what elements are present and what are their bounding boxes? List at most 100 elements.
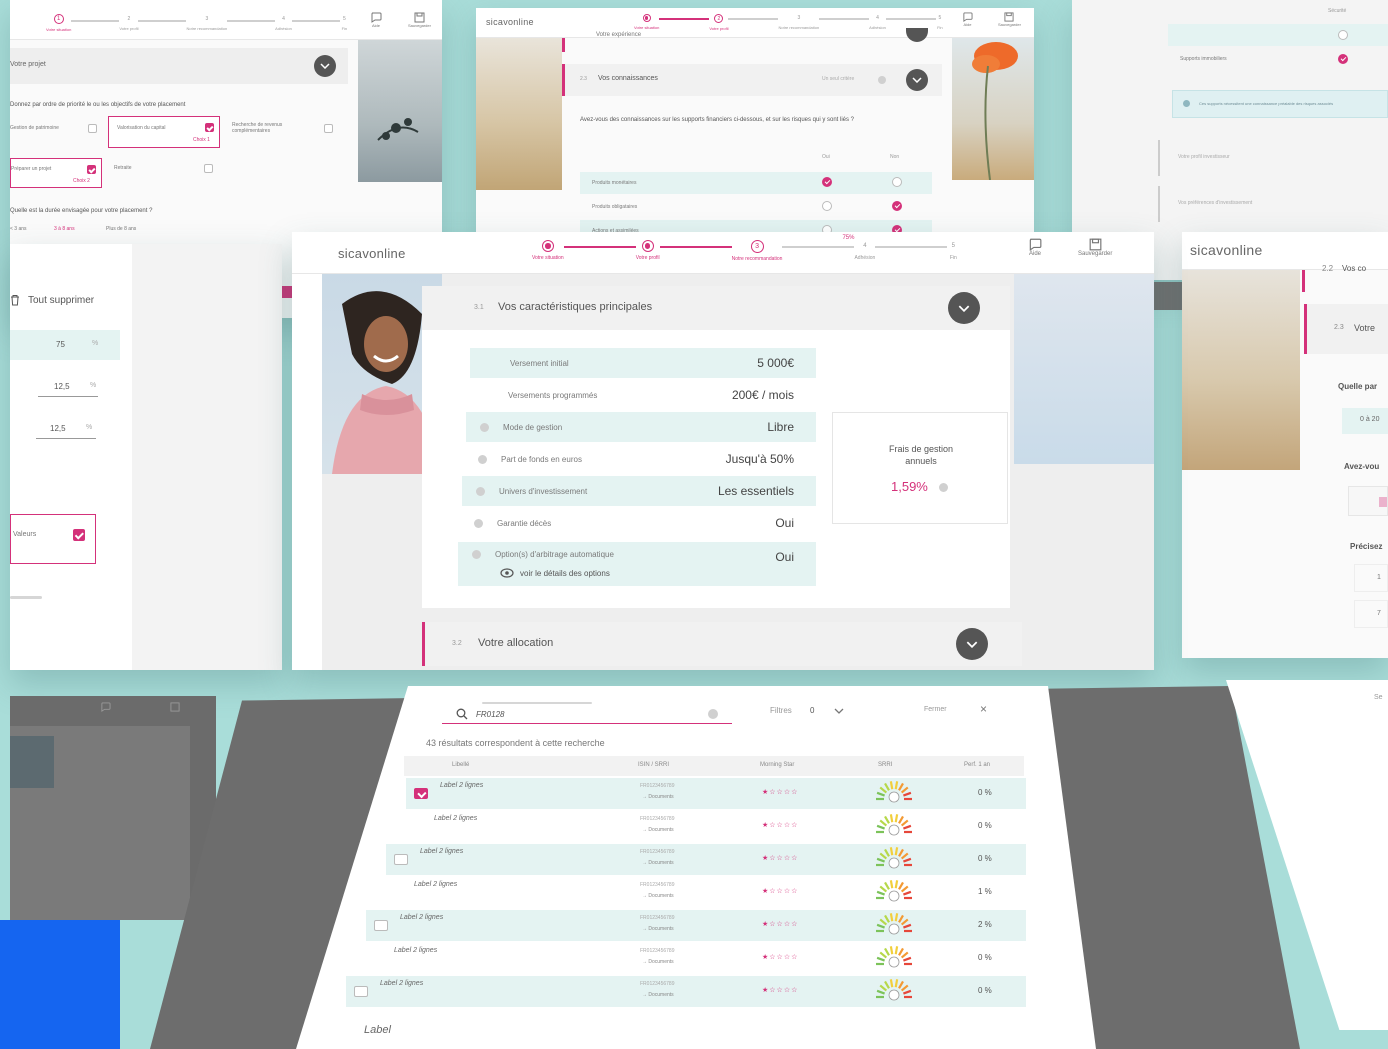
preference-row: Supports immobiliers [1180, 56, 1227, 62]
top-bar: sicavonline Votre situation Votre profil… [292, 232, 1154, 274]
clear-icon[interactable] [708, 709, 718, 719]
radio-yes[interactable] [822, 177, 832, 187]
info-icon[interactable] [476, 486, 485, 496]
option-card[interactable]: Gestion de patrimoine [10, 116, 102, 142]
radio-no[interactable] [892, 177, 902, 187]
help-button[interactable]: Aide [962, 12, 973, 27]
save-button[interactable] [170, 702, 180, 712]
row-checkbox[interactable] [354, 986, 368, 997]
collapse-button[interactable] [906, 28, 928, 42]
step-5[interactable]: 5 Fin [935, 14, 944, 30]
option-checkbox-checked[interactable] [87, 165, 96, 174]
section-header[interactable]: 2.3 Votre [1304, 304, 1388, 354]
help-button[interactable]: Aide [370, 12, 382, 28]
fees-card: Frais de gestion annuels 1,59% [832, 412, 1008, 524]
info-icon[interactable] [474, 518, 483, 528]
step-4[interactable]: 4 Adhésion [275, 14, 292, 31]
step-1[interactable]: 1 Votre situation [46, 14, 71, 32]
step-1[interactable]: Votre situation [532, 240, 564, 261]
save-button[interactable]: Sauvegarder [1078, 238, 1112, 257]
option-card-selected[interactable]: Valorisation du capital Choix 1 [108, 116, 220, 148]
step-4[interactable]: 4 Adhésion [854, 240, 875, 261]
documents-link[interactable]: → Documents [642, 926, 674, 932]
option-card-selected[interactable]: Préparer un projet Choix 2 [10, 158, 102, 188]
radio-selected[interactable] [1338, 54, 1348, 64]
collapse-button[interactable] [948, 292, 980, 324]
help-button[interactable] [100, 702, 111, 712]
option-checkbox[interactable] [204, 164, 213, 173]
info-icon[interactable] [478, 454, 487, 464]
table-row[interactable]: Label 2 lignes FR0123456789 → Documents ★☆☆… [406, 778, 1026, 809]
option-checkbox-checked[interactable] [205, 123, 214, 132]
close-icon[interactable]: × [980, 702, 987, 716]
collapse-button[interactable] [906, 69, 928, 91]
section-header[interactable]: Vos préférences d'investissement [1158, 186, 1388, 222]
row-checkbox[interactable] [374, 920, 388, 931]
table-row[interactable]: Label 2 lignes FR0123456789 → Documents ★☆☆… [366, 910, 1026, 941]
documents-link[interactable]: → Documents [642, 860, 674, 866]
documents-link[interactable]: → Documents [642, 827, 674, 833]
collapse-button[interactable] [956, 628, 988, 660]
duration-option[interactable]: Plus de 8 ans [106, 226, 136, 232]
step-4[interactable]: 4 Adhésion [869, 14, 886, 30]
checkbox-card-selected[interactable]: Valeurs [10, 514, 96, 564]
section-header[interactable]: 3.2 Votre allocation [422, 622, 1022, 666]
section-header[interactable]: Votre profil investisseur [1158, 140, 1388, 176]
step-3[interactable]: 3 Notre recommandation [186, 14, 227, 31]
table-row[interactable]: Label 2 lignes FR0123456789 → Documents ★☆☆… [386, 844, 1026, 875]
info-icon[interactable] [878, 76, 886, 84]
options-details-link[interactable]: voir le détails des options [500, 568, 610, 578]
documents-link[interactable]: → Documents [642, 959, 674, 965]
step-5[interactable]: 5 Fin [339, 14, 349, 31]
save-button[interactable]: Sauvegarder [408, 12, 431, 28]
save-button[interactable]: Sauvegarder [998, 12, 1021, 27]
row-checkbox[interactable] [394, 854, 408, 865]
info-icon[interactable] [939, 483, 948, 492]
section-header[interactable]: 2.3 Vos connaissances Un seul critère [562, 64, 942, 96]
search-input[interactable]: FR0128 [442, 702, 732, 724]
option-checkbox[interactable] [324, 124, 333, 133]
table-row[interactable]: Label 2 lignes FR0123456789 → Documents ★☆☆… [356, 943, 1026, 974]
checkbox-checked[interactable] [73, 529, 85, 541]
step-3[interactable]: 3 Notre recommandation [732, 240, 782, 262]
fund-performance: 2 % [978, 920, 992, 929]
help-button[interactable]: Aide [1028, 238, 1042, 257]
section-header[interactable]: Votre projet [10, 48, 348, 84]
duration-option-selected[interactable]: 3 à 8 ans [54, 226, 75, 232]
info-icon[interactable] [480, 422, 489, 432]
filter-button[interactable]: Filtres [770, 706, 792, 715]
duration-option[interactable]: < 3 ans [10, 226, 27, 232]
radio[interactable] [1338, 30, 1348, 40]
documents-link[interactable]: → Documents [642, 794, 674, 800]
radio-yes[interactable] [822, 201, 832, 211]
table-row[interactable]: Label 2 lignes FR0123456789 → Documents ★☆☆… [346, 976, 1026, 1007]
number-input[interactable]: 7 [1354, 600, 1388, 628]
number-input[interactable]: 1 [1354, 564, 1388, 592]
info-icon[interactable] [472, 550, 481, 559]
radio-no[interactable] [892, 201, 902, 211]
percent-input[interactable]: 12,5 [50, 424, 66, 433]
step-3[interactable]: 3 Notre recommandation [778, 14, 819, 30]
answer-row[interactable]: 0 à 20 [1342, 408, 1388, 434]
option-card[interactable]: Recherche de revenus complémentaires [226, 116, 338, 148]
row-checkbox-checked[interactable] [414, 788, 428, 799]
chevron-down-icon[interactable] [834, 708, 844, 714]
table-row[interactable]: Label 2 lignes FR0123456789 → Documents ★☆☆… [376, 877, 1026, 908]
percent-input[interactable]: 75 [56, 340, 65, 349]
delete-all-button[interactable]: Tout supprimer [10, 294, 94, 306]
percent-input[interactable]: 12,5 [54, 382, 70, 391]
table-row[interactable]: Label 2 lignes FR0123456789 → Documents ★☆☆… [396, 811, 1026, 842]
documents-link[interactable]: → Documents [642, 992, 674, 998]
collapse-button[interactable] [314, 55, 336, 77]
step-2[interactable]: 2 Votre profil [709, 14, 728, 31]
option-card[interactable]: Retraite [108, 158, 220, 188]
section-header[interactable]: 3.1 Vos caractéristiques principales [422, 286, 1010, 330]
documents-link[interactable]: → Documents [642, 893, 674, 899]
step-5[interactable]: 5 Fin [947, 240, 960, 261]
option-checkbox[interactable] [88, 124, 97, 133]
close-button[interactable]: Fermer [924, 706, 947, 713]
answer-option[interactable] [1348, 486, 1388, 516]
step-2[interactable]: Votre profil [636, 240, 660, 261]
step-1[interactable]: Votre situation [634, 14, 659, 30]
step-2[interactable]: 2 Votre profil [119, 14, 138, 31]
